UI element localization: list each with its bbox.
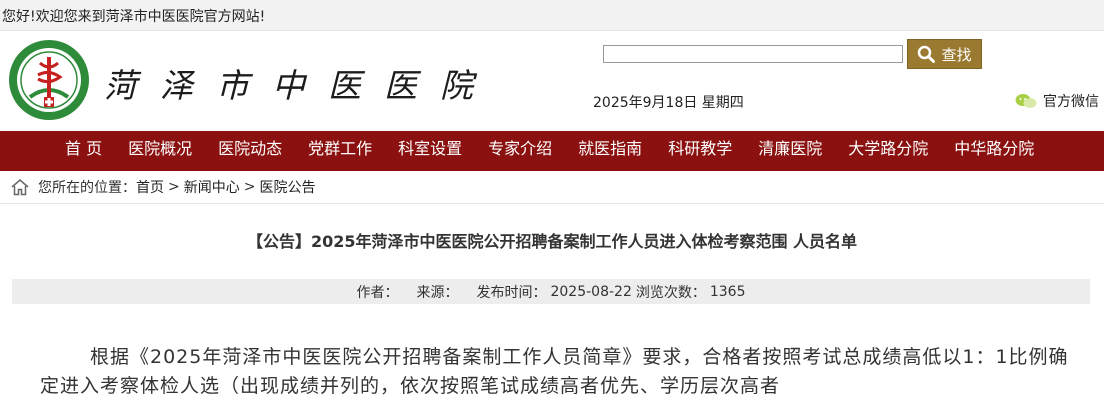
breadcrumb-announcements[interactable]: 医院公告: [259, 177, 315, 197]
nav-list: 首 页 医院概况 医院动态 党群工作 科室设置 专家介绍 就医指南 科研教学 清…: [52, 131, 1047, 171]
nav-item-news[interactable]: 医院动态: [205, 131, 295, 171]
nav-item-departments[interactable]: 科室设置: [385, 131, 475, 171]
hospital-emblem-icon: [9, 40, 89, 120]
nav-item-daxuelu-branch[interactable]: 大学路分院: [835, 131, 941, 171]
top-bar: 您好!欢迎您来到菏泽市中医医院官方网站!: [0, 0, 1104, 31]
header: 菏泽市中医医院 查找 2025年9月18日 星期四 官方微信: [0, 31, 1104, 131]
nav-item-zhonghualu-branch[interactable]: 中华路分院: [941, 131, 1047, 171]
breadcrumb-separator: >: [168, 179, 180, 195]
wechat-icon: [1015, 94, 1037, 108]
breadcrumb-news-center[interactable]: 新闻中心: [184, 177, 240, 197]
nav-item-guide[interactable]: 就医指南: [565, 131, 655, 171]
meta-views-label: 浏览次数：: [635, 284, 706, 301]
nav-item-home[interactable]: 首 页: [52, 131, 115, 171]
search-button-label: 查找: [941, 45, 972, 64]
nav-item-integrity[interactable]: 清廉医院: [745, 131, 835, 171]
article-meta: 作者： 来源： 发布时间： 2025-08-22 浏览次数： 1365: [12, 279, 1090, 304]
breadcrumb-separator: >: [243, 179, 256, 195]
current-date: 2025年9月18日 星期四: [593, 95, 744, 111]
article-body: 根据《2025年菏泽市中医医院公开招聘备案制工作人员简章》要求，合格者按照考试总…: [40, 346, 1069, 397]
wechat-link[interactable]: 官方微信: [1015, 91, 1099, 111]
meta-views-value: 1365: [709, 283, 746, 300]
meta-source-label: 来源：: [416, 284, 459, 301]
article-title: 【公告】2025年菏泽市中医医院公开招聘备案制工作人员进入体检考察范围 人员名单: [246, 232, 858, 251]
nav-item-overview[interactable]: 医院概况: [115, 131, 205, 171]
meta-date-value: 2025-08-22: [550, 283, 632, 300]
search-button[interactable]: 查找: [907, 39, 982, 69]
nav-item-research[interactable]: 科研教学: [655, 131, 745, 171]
welcome-text: 您好!欢迎您来到菏泽市中医医院官方网站!: [2, 9, 266, 25]
nav-item-party-work[interactable]: 党群工作: [295, 131, 385, 171]
breadcrumb-home[interactable]: 首页: [136, 177, 164, 197]
main-nav: 首 页 医院概况 医院动态 党群工作 科室设置 专家介绍 就医指南 科研教学 清…: [0, 131, 1104, 171]
nav-item-experts[interactable]: 专家介绍: [475, 131, 565, 171]
hospital-logo-text: 菏泽市中医医院: [104, 66, 496, 105]
breadcrumb: 您所在的位置： 首页 > 新闻中心 > 医院公告: [0, 171, 1104, 204]
meta-author-label: 作者：: [356, 284, 399, 301]
search-icon: [918, 45, 936, 63]
wechat-label: 官方微信: [1043, 94, 1099, 110]
search-input[interactable]: [603, 45, 903, 63]
breadcrumb-prefix: 您所在的位置：: [38, 180, 136, 196]
home-icon: [11, 179, 29, 196]
meta-date-label: 发布时间：: [476, 284, 547, 301]
